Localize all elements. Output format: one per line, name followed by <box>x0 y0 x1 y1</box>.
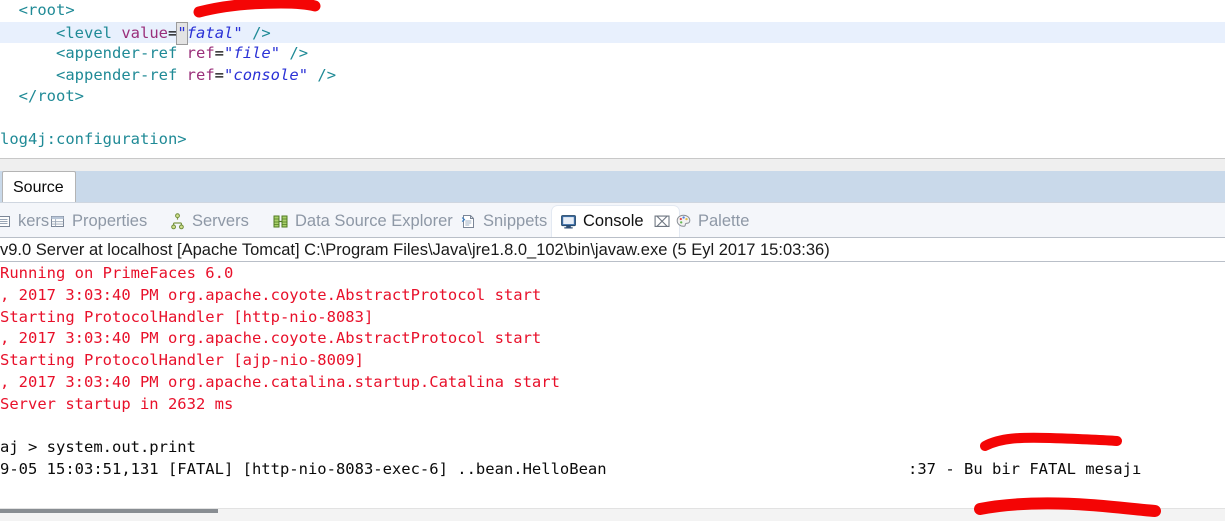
code-token: <appender-ref <box>56 44 178 62</box>
code-token: = <box>214 44 225 62</box>
code-line[interactable]: <root> <box>0 0 1225 22</box>
view-tab-label: Properties <box>72 212 148 230</box>
code-token: ref <box>186 44 215 62</box>
database-explorer-icon <box>272 213 289 230</box>
xml-source-editor[interactable]: <root> <level value="fatal" /> <appender… <box>0 0 1225 158</box>
console-log-line: Server startup in 2632 ms <box>0 394 1225 416</box>
console-log-text: Starting ProtocolHandler [http-nio-8083] <box>0 307 374 326</box>
code-token: file <box>233 44 271 62</box>
console-log-line: , 2017 3:03:40 PM org.apache.coyote.Abst… <box>0 328 1225 350</box>
console-log-line: aj > system.out.print <box>0 437 1225 459</box>
code-line[interactable] <box>0 108 1225 130</box>
view-tab-servers[interactable]: Servers <box>160 205 258 238</box>
palette-icon <box>675 213 692 230</box>
code-token: " <box>224 44 234 62</box>
console-log-line: Starting ProtocolHandler [http-nio-8083] <box>0 307 1225 329</box>
console-log-line: Running on PrimeFaces 6.0 <box>0 263 1225 285</box>
console-log-text: Running on PrimeFaces 6.0 <box>0 264 234 282</box>
view-tab-label: Palette <box>698 212 750 230</box>
view-tab-label: Console <box>583 212 644 230</box>
view-tab-console[interactable]: Console ⌧ <box>551 205 680 238</box>
code-token: <level <box>56 23 112 42</box>
view-tab-bar[interactable]: kers Properties Servers Data Source Explore… <box>0 202 1225 238</box>
code-token: /> <box>252 23 271 42</box>
servers-icon <box>169 213 186 230</box>
snippets-icon <box>460 213 477 230</box>
code-line[interactable]: </root> <box>0 86 1225 108</box>
view-tab-label: Servers <box>192 212 249 230</box>
code-line[interactable]: <appender-ref ref="console" /> <box>0 65 1225 87</box>
code-token: " <box>233 23 243 42</box>
code-token: fatal <box>186 23 234 42</box>
code-token: = <box>214 65 225 84</box>
code-token: " <box>270 44 281 62</box>
console-log-line: Starting ProtocolHandler [ajp-nio-8009] <box>0 350 1225 372</box>
view-tab-snippets[interactable]: Snippets <box>451 205 556 238</box>
code-token: " <box>298 65 309 84</box>
console-log-text: Server startup in 2632 ms <box>0 394 234 413</box>
code-token: ref <box>186 65 215 84</box>
console-view[interactable]: v9.0 Server at localhost [Apache Tomcat]… <box>0 237 1225 506</box>
console-log-line <box>0 416 1225 438</box>
console-log-line: , 2017 3:03:40 PM org.apache.coyote.Abst… <box>0 285 1225 307</box>
console-log-message-tail: :37 - Bu bir FATAL mesajı <box>908 460 1142 479</box>
editor-tab-track <box>0 171 1225 203</box>
view-tab-properties[interactable]: Properties <box>40 205 156 238</box>
code-token: <appender-ref <box>56 65 178 84</box>
console-horizontal-scrollbar[interactable] <box>0 508 1225 521</box>
view-tab-palette[interactable]: Palette <box>666 205 758 238</box>
console-log-text: Starting ProtocolHandler [ajp-nio-8009] <box>0 351 364 370</box>
properties-table-icon <box>49 213 66 230</box>
console-log-text: , 2017 3:03:40 PM org.apache.coyote.Abst… <box>0 329 542 348</box>
view-tab-label: Snippets <box>483 212 548 230</box>
code-token: " <box>224 65 234 84</box>
code-line[interactable]: <appender-ref ref="file" /> <box>0 43 1225 65</box>
code-token: <root> <box>18 1 75 19</box>
console-process-header: v9.0 Server at localhost [Apache Tomcat]… <box>0 238 1225 262</box>
console-log-text: aj > system.out.print <box>0 438 196 457</box>
code-token: /> <box>289 44 309 62</box>
console-log-text: , 2017 3:03:40 PM org.apache.catalina.st… <box>0 372 560 391</box>
editor-code-lines[interactable]: <root> <level value="fatal" /> <appender… <box>0 0 1225 151</box>
code-token: </root> <box>18 87 84 105</box>
markers-icon <box>0 213 12 230</box>
scrollbar-thumb[interactable] <box>0 509 218 513</box>
console-log-line: 9-05 15:03:51,131 [FATAL] [http-nio-8083… <box>0 459 1225 481</box>
console-log-text: 9-05 15:03:51,131 [FATAL] [http-nio-8083… <box>0 460 607 479</box>
view-tab-label: Data Source Explorer <box>295 212 453 230</box>
code-token: console <box>233 65 299 84</box>
view-tab-data-source-explorer[interactable]: Data Source Explorer <box>263 205 462 238</box>
console-log-text: , 2017 3:03:40 PM org.apache.coyote.Abst… <box>0 285 542 304</box>
code-token: /> <box>317 65 337 84</box>
tab-source[interactable]: Source <box>2 171 76 202</box>
console-log-text <box>0 417 9 435</box>
code-line[interactable]: log4j:configuration> <box>0 129 1225 151</box>
console-monitor-icon <box>560 213 577 230</box>
code-line[interactable]: <level value="fatal" /> <box>0 21 1225 45</box>
code-token: value <box>121 23 169 42</box>
editor-tab-strip: Source <box>0 158 1225 203</box>
console-log-line: , 2017 3:03:40 PM org.apache.catalina.st… <box>0 372 1225 394</box>
console-output-log[interactable]: Running on PrimeFaces 6.0 , 2017 3:03:40 … <box>0 263 1225 481</box>
code-token: log4j:configuration> <box>0 130 187 148</box>
